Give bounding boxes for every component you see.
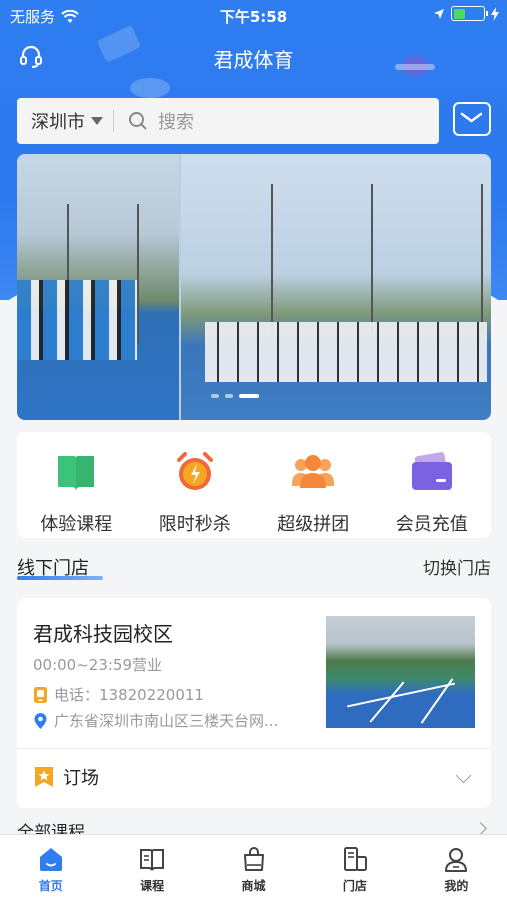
book-court-label: 订场: [63, 768, 99, 789]
quick-member-recharge[interactable]: 会员充值: [373, 432, 492, 538]
tab-label: 首页: [38, 879, 63, 893]
banner-slide: [17, 154, 179, 420]
store-name: 君成科技园校区: [33, 622, 173, 646]
tab-courses[interactable]: 课程: [101, 835, 202, 900]
banner-carousel[interactable]: [17, 154, 491, 420]
switch-store-link[interactable]: 切换门店: [423, 554, 491, 579]
quick-label: 会员充值: [395, 514, 468, 535]
search-input[interactable]: 搜索: [158, 108, 194, 134]
tab-label: 我的: [444, 879, 469, 893]
carousel-dot: [225, 394, 233, 398]
charging-icon: [491, 6, 499, 21]
quick-actions: 体验课程 限时秒杀 超级拼团 会员充值: [17, 432, 491, 538]
phone-icon: [34, 686, 47, 703]
app-title: 君成体育: [213, 48, 294, 72]
quick-trial-course[interactable]: 体验课程: [17, 432, 136, 538]
store-icon: [343, 847, 367, 871]
chevron-right-icon[interactable]: [474, 822, 487, 835]
store-hours: 00:00~23:59营业: [33, 656, 163, 674]
battery-icon: [451, 6, 488, 21]
tab-mall[interactable]: 商城: [203, 835, 304, 900]
tab-label: 门店: [342, 879, 367, 893]
message-button[interactable]: [453, 102, 491, 136]
decorative-shape: [130, 78, 170, 98]
search-row: 深圳市 搜索: [17, 98, 491, 144]
book-court-row[interactable]: 订场: [33, 764, 99, 790]
tab-stores[interactable]: 门店: [304, 835, 405, 900]
home-icon: [39, 848, 62, 871]
carousel-indicator: [211, 394, 259, 398]
store-card[interactable]: 君成科技园校区 00:00~23:59营业 电话：13820220011 广东省…: [17, 598, 491, 808]
alarm-clock-icon: [173, 450, 217, 494]
phone-text: 电话：13820220011: [54, 686, 204, 704]
quick-flash-sale[interactable]: 限时秒杀: [136, 432, 255, 538]
quick-label: 限时秒杀: [158, 514, 231, 535]
status-bar: 无服务 下午5:58: [0, 0, 507, 30]
shopping-bag-icon: [243, 847, 264, 871]
city-label: 深圳市: [31, 112, 85, 133]
location-arrow-icon: [434, 8, 444, 19]
divider: [113, 110, 114, 132]
status-right: [433, 6, 499, 21]
address-text: 广东省深圳市南山区三楼天台网...: [54, 712, 279, 730]
section-underline: [17, 576, 103, 580]
search-box[interactable]: 深圳市 搜索: [17, 98, 439, 144]
team-photo: [17, 280, 137, 360]
store-phone-row[interactable]: 电话：13820220011: [33, 684, 204, 705]
divider: [17, 748, 491, 749]
clock: 下午5:58: [219, 8, 288, 26]
mail-icon: [460, 112, 483, 123]
bookmark-star-icon: [35, 767, 53, 787]
store-address-row[interactable]: 广东省深圳市南山区三楼天台网...: [33, 710, 313, 731]
title-bar: 君成体育: [0, 40, 507, 76]
search-icon: [129, 112, 147, 130]
team-photo: [205, 322, 487, 382]
book-icon: [54, 450, 98, 494]
card-icon: [410, 450, 454, 494]
location-pin-icon: [34, 712, 47, 729]
course-book-icon: [140, 849, 165, 871]
store-photo: [326, 616, 475, 728]
quick-group-buy[interactable]: 超级拼团: [254, 432, 373, 538]
profile-icon: [445, 848, 468, 872]
tab-label: 课程: [140, 879, 165, 893]
tab-home[interactable]: 首页: [0, 835, 101, 900]
quick-label: 超级拼团: [277, 514, 350, 535]
dropdown-triangle-icon: [91, 117, 103, 125]
bottom-tab-bar: 首页 课程 商城 门店 我的: [0, 834, 507, 900]
carousel-dot: [211, 394, 219, 398]
tab-profile[interactable]: 我的: [406, 835, 507, 900]
group-icon: [291, 450, 335, 494]
quick-label: 体验课程: [40, 514, 113, 535]
chevron-down-icon[interactable]: [455, 767, 472, 784]
stores-section-header: 线下门店 切换门店: [17, 550, 491, 580]
carousel-dot-active: [239, 394, 259, 398]
tab-label: 商城: [241, 879, 266, 893]
banner-slide: [181, 154, 491, 420]
city-selector[interactable]: 深圳市: [17, 108, 103, 134]
